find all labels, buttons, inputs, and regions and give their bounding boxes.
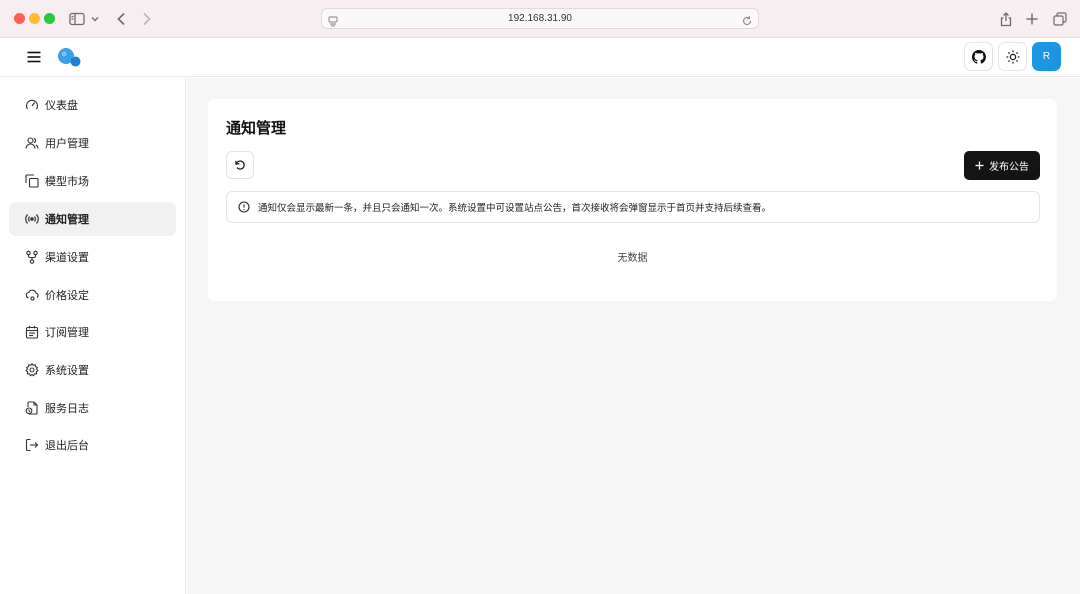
sidebar-item-label: 通知管理 [45,213,89,226]
dashboard-gauge-icon [25,98,39,112]
window-minimize-button[interactable] [29,13,40,24]
sidebar-item-label: 用户管理 [45,137,89,150]
reload-icon[interactable] [741,12,753,26]
user-avatar[interactable]: R [1032,42,1061,71]
sun-theme-icon [1006,50,1020,64]
sidebar-item-label: 渠道设置 [45,251,89,264]
browser-toolbar: 192.168.31.90 [0,0,1080,38]
sidebar-item-pricing[interactable]: 价格设定 [9,278,176,312]
broadcast-icon [25,212,39,226]
file-clock-icon [25,401,39,415]
publish-announcement-button[interactable]: 发布公告 [964,151,1040,180]
main-content: 通知管理 发布公告 通知仅会显示最新一条，并且只会通知一次。系统设置中可设置站点… [187,78,1080,594]
cloud-cog-icon [25,288,39,302]
github-button[interactable] [964,42,993,71]
logout-icon [25,438,39,452]
sidebar-item-label: 订阅管理 [45,326,89,339]
app-header: R [0,38,1080,77]
share-icon[interactable] [998,9,1014,29]
sidebar-item-label: 退出后台 [45,439,89,452]
sidebar-icon[interactable] [68,9,86,29]
refresh-button[interactable] [226,151,254,179]
calendar-icon [25,325,39,339]
notice-text: 通知仅会显示最新一条，并且只会通知一次。系统设置中可设置站点公告，首次接收将会弹… [258,203,772,214]
address-bar[interactable]: 192.168.31.90 [321,8,759,29]
sidebar: 仪表盘 用户管理 模型市场 通知管理 渠道设置 价格设定 订阅管理 系统设置 服… [0,78,186,594]
window-close-button[interactable] [14,13,25,24]
window-zoom-button[interactable] [44,13,55,24]
gear-icon [25,363,39,377]
sidebar-item-notifications[interactable]: 通知管理 [9,202,176,236]
info-notice: 通知仅会显示最新一条，并且只会通知一次。系统设置中可设置站点公告，首次接收将会弹… [226,191,1040,223]
new-tab-plus-icon[interactable] [1024,9,1040,29]
refresh-icon [234,159,246,171]
sidebar-item-label: 服务日志 [45,402,89,415]
sidebar-item-label: 系统设置 [45,364,89,377]
page-title: 通知管理 [226,119,287,137]
copy-stack-icon [25,174,39,188]
chevron-down-icon[interactable] [90,9,100,29]
plus-icon [975,161,984,170]
users-icon [25,136,39,150]
git-fork-icon [25,250,39,264]
tab-overview-icon[interactable] [1051,9,1069,29]
theme-toggle-button[interactable] [998,42,1027,71]
sidebar-item-label: 仪表盘 [45,99,78,112]
sidebar-item-model-market[interactable]: 模型市场 [9,164,176,198]
notification-card: 通知管理 发布公告 通知仅会显示最新一条，并且只会通知一次。系统设置中可设置站点… [208,99,1057,301]
forward-arrow-icon[interactable] [139,9,155,29]
publish-button-label: 发布公告 [989,162,1029,173]
github-icon [971,49,986,64]
sidebar-item-label: 价格设定 [45,289,89,302]
empty-state-text: 无数据 [617,253,648,264]
url-text: 192.168.31.90 [508,13,572,24]
sidebar-item-logout[interactable]: 退出后台 [9,428,176,462]
sidebar-item-channels[interactable]: 渠道设置 [9,240,176,274]
hamburger-menu-icon[interactable] [24,47,44,67]
app-logo[interactable] [57,47,83,69]
sidebar-item-system-settings[interactable]: 系统设置 [9,353,176,387]
sidebar-item-label: 模型市场 [45,175,89,188]
sidebar-item-users[interactable]: 用户管理 [9,126,176,160]
back-arrow-icon[interactable] [113,9,129,29]
sidebar-item-service-logs[interactable]: 服务日志 [9,391,176,425]
sidebar-item-dashboard[interactable]: 仪表盘 [9,88,176,122]
sidebar-item-subscriptions[interactable]: 订阅管理 [9,315,176,349]
info-circle-icon [238,201,250,213]
